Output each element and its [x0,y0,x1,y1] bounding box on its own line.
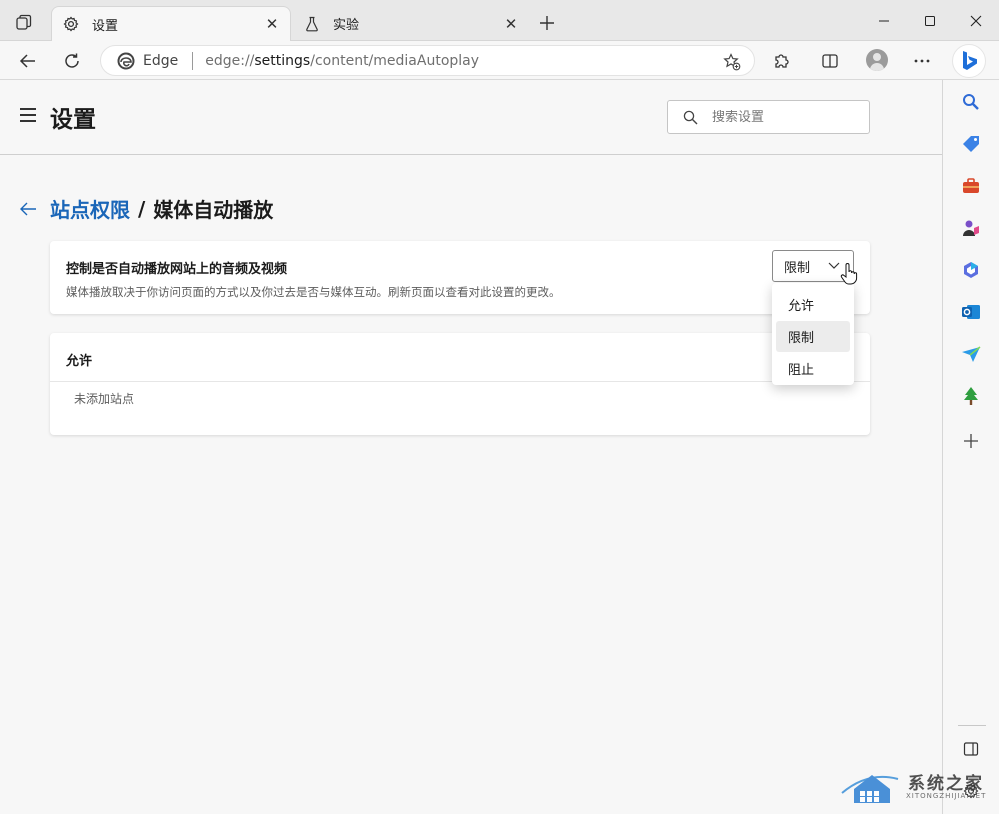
puzzle-icon [775,54,789,68]
more-options-button[interactable] [909,48,935,74]
split-screen-button[interactable] [817,48,843,74]
close-tab-icon[interactable]: ✕ [501,14,521,34]
edge-logo-icon [117,52,135,70]
breadcrumb-separator: / [138,196,146,221]
add-sidebar-item-icon[interactable] [960,430,982,452]
menu-option-block[interactable]: 阻止 [776,353,850,384]
close-tab-icon[interactable]: ✕ [262,14,282,34]
profile-avatar[interactable] [866,49,888,71]
chevron-down-icon [827,259,841,273]
empty-list-text: 未添加站点 [74,392,135,406]
breadcrumb-current: 媒体自动播放 [153,198,274,222]
tree-icon[interactable] [960,385,982,407]
refresh-icon [65,53,79,68]
plus-icon [540,16,554,30]
menu-option-allow[interactable]: 允许 [776,289,850,320]
maximize-icon [925,16,935,26]
back-arrow-icon [19,54,35,68]
search-input[interactable] [712,109,852,125]
flask-icon [303,15,321,33]
tab-experiments[interactable]: 实验 ✕ [293,6,529,41]
bing-logo-icon [963,51,977,70]
games-icon[interactable] [960,217,982,239]
menu-option-limit[interactable]: 限制 [776,321,850,352]
tab-actions-icon [16,14,32,30]
close-window-button[interactable] [964,9,988,33]
breadcrumb: 站点权限 / 媒体自动播放 [18,194,273,223]
address-bar[interactable]: Edge edge://settings/content/mediaAutopl… [100,45,755,76]
gear-icon [62,15,80,33]
minimize-icon [879,20,889,22]
search-icon [682,109,698,125]
site-identity-label: Edge [143,52,179,69]
allow-section-title: 允许 [66,354,93,369]
dropdown-selected-value: 限制 [784,260,811,276]
back-button[interactable] [15,48,41,74]
watermark-logo: 系统之家 XITONGZHIJIA.NET [838,763,998,807]
setting-description: 媒体播放取决于你访问页面的方式以及你过去是否与媒体互动。刷新页面以查看对此设置的… [66,285,561,299]
setting-title: 控制是否自动播放网站上的音频及视频 [66,262,288,277]
shopping-tag-icon[interactable] [960,133,982,155]
hand-cursor-icon [840,263,858,285]
tab-title: 实验 [333,18,360,33]
close-icon [970,15,982,27]
address-separator [192,51,194,70]
settings-search[interactable] [667,100,870,134]
url-text[interactable]: edge://settings/content/mediaAutoplay [205,53,479,69]
menu-hamburger-icon[interactable] [20,108,36,122]
allow-list-card: 允许 未添加站点 [50,333,870,435]
maximize-button[interactable] [918,9,942,33]
edge-sidebar [942,80,999,814]
back-arrow-icon[interactable] [18,199,38,219]
search-icon[interactable] [960,91,982,113]
settings-content: 设置 站点权限 / 媒体自动播放 控制是否自动播放网站上的音频及视频 媒体播放取… [0,80,942,814]
extensions-button[interactable] [769,48,795,74]
refresh-button[interactable] [59,48,85,74]
new-tab-button[interactable] [536,12,558,34]
settings-header: 设置 [0,80,942,155]
tab-title: 设置 [92,18,119,34]
tab-settings[interactable]: 设置 ✕ [51,6,291,41]
outlook-icon[interactable] [960,301,982,323]
office-icon[interactable] [960,259,982,281]
bing-chat-button[interactable] [952,44,986,78]
send-icon[interactable] [960,343,982,365]
sidebar-divider [958,725,986,726]
sidebar-toggle-icon[interactable] [960,738,982,760]
tools-briefcase-icon[interactable] [960,175,982,197]
minimize-button[interactable] [872,9,896,33]
section-divider [50,381,870,382]
watermark-text: 系统之家 [908,774,984,794]
more-dots-icon [914,59,930,63]
autoplay-dropdown-menu: 允许 限制 阻止 [772,283,854,385]
title-bar: 设置 ✕ 实验 ✕ [0,0,999,41]
navigation-toolbar: Edge edge://settings/content/mediaAutopl… [0,41,999,80]
watermark-subtext: XITONGZHIJIA.NET [906,792,987,800]
split-screen-icon [822,54,838,68]
watermark-house-icon [841,775,899,803]
page-title: 设置 [50,107,96,133]
autoplay-setting-card: 控制是否自动播放网站上的音频及视频 媒体播放取决于你访问页面的方式以及你过去是否… [50,241,870,314]
add-favorite-icon[interactable] [722,52,742,72]
tab-actions-button[interactable] [8,8,40,38]
breadcrumb-site-permissions-link[interactable]: 站点权限 [50,194,130,223]
